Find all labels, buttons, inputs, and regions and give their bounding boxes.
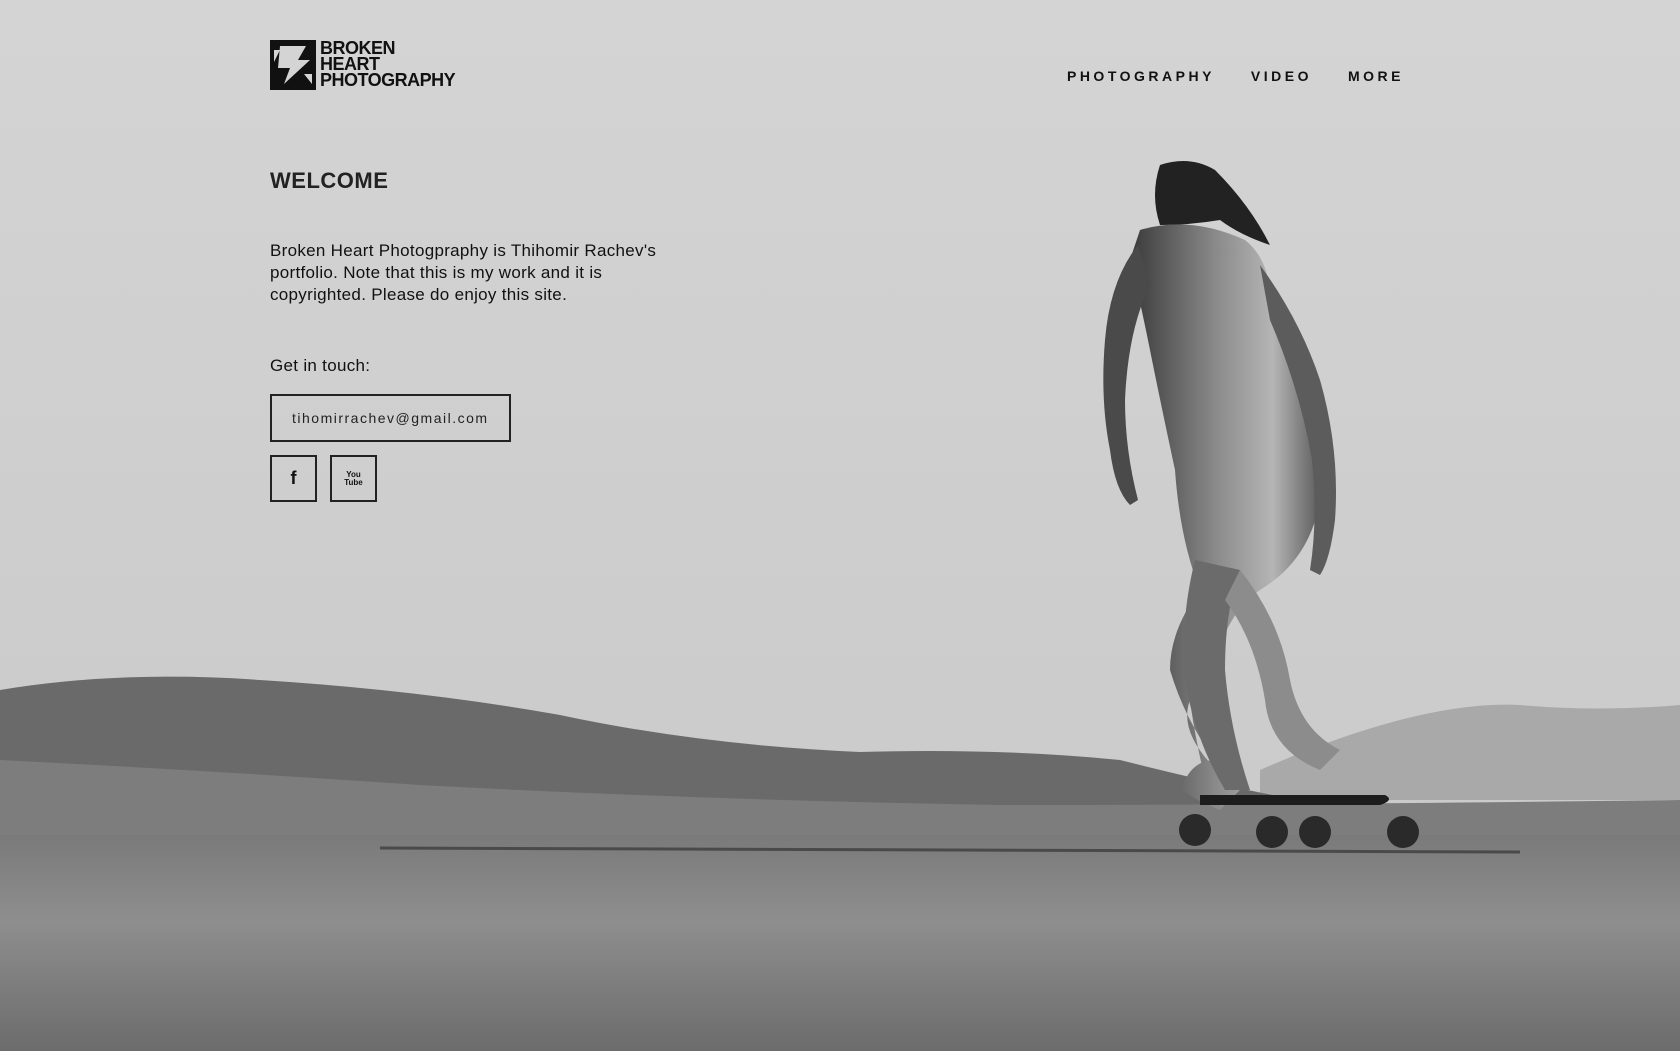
logo-text: BROKEN HEART PHOTOGRAPHY (320, 39, 456, 90)
page-title: WELCOME (270, 168, 389, 193)
nav-item-video[interactable]: VIDEO (1251, 68, 1312, 84)
nav-item-photography[interactable]: PHOTOGRAPHY (1067, 68, 1215, 84)
facebook-button[interactable]: f (270, 455, 317, 502)
main-nav: PHOTOGRAPHY VIDEO MORE (1067, 68, 1404, 84)
youtube-icon: You Tube (344, 470, 363, 487)
contact-label: Get in touch: (270, 356, 371, 375)
nav-item-more[interactable]: MORE (1348, 68, 1404, 84)
facebook-icon: f (290, 468, 297, 488)
welcome-section: WELCOME Broken Heart Photogpraphy is Thi… (270, 168, 670, 502)
intro-text: Broken Heart Photogpraphy is Thihomir Ra… (270, 241, 657, 304)
logo-line-3: PHOTOGRAPHY (320, 70, 456, 90)
youtube-button[interactable]: You Tube (330, 455, 377, 502)
email-button[interactable]: tihomirrachev@gmail.com (270, 394, 511, 442)
social-links: f You Tube (270, 455, 670, 502)
page: BROKEN HEART PHOTOGRAPHY PHOTOGRAPHY VID… (0, 0, 1680, 1051)
hero-background-photo (0, 0, 1680, 1051)
broken-heart-logo-icon (270, 40, 316, 90)
site-logo[interactable]: BROKEN HEART PHOTOGRAPHY (270, 39, 456, 90)
youtube-icon-bottom: Tube (344, 477, 363, 487)
